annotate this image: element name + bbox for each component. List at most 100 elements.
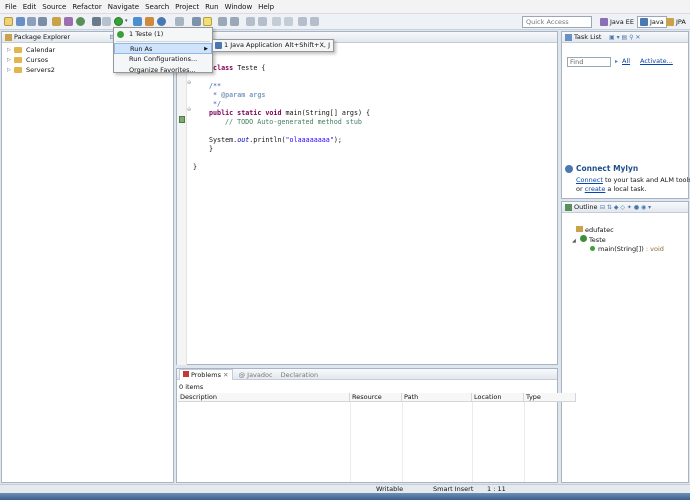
next-annotation-icon[interactable]	[230, 17, 239, 26]
code-string: "olaaaaaaaa"	[285, 136, 334, 144]
expand-arrow-icon[interactable]: ▷	[7, 65, 11, 75]
run-icon	[117, 31, 124, 38]
nav-forward-icon[interactable]	[310, 17, 319, 26]
task-find-input[interactable]: Find	[567, 57, 611, 67]
open-type-icon[interactable]	[64, 17, 73, 26]
outline-icon	[565, 204, 572, 211]
public-method-icon	[590, 246, 595, 251]
column-header-type[interactable]: Type	[524, 393, 576, 402]
menu-search[interactable]: Search	[142, 0, 172, 14]
highlight-icon[interactable]	[203, 17, 212, 26]
perspective-jpa[interactable]: JPA	[664, 16, 688, 28]
menu-separator	[116, 41, 210, 42]
search-icon[interactable]	[175, 17, 184, 26]
save-all-icon[interactable]	[27, 17, 36, 26]
column-divider	[472, 402, 473, 482]
jpa-icon	[666, 18, 674, 26]
run-dropdown-icon[interactable]: ▾	[125, 17, 130, 26]
code-text: }	[193, 163, 198, 171]
last-edit-icon[interactable]	[272, 17, 281, 26]
debug-icon[interactable]	[76, 17, 85, 26]
code-comment: *	[209, 91, 222, 99]
find-menu-icon[interactable]: ▸	[615, 58, 618, 65]
class-icon	[579, 235, 587, 242]
new-class-icon[interactable]	[157, 17, 166, 26]
menu-source[interactable]: Source	[39, 0, 69, 14]
outline-class[interactable]: ◢ Teste	[572, 235, 606, 244]
menu-bar: File Edit Source Refactor Navigate Searc…	[0, 0, 690, 14]
save-icon[interactable]	[16, 17, 25, 26]
problems-tab-bar: Problems ✕ @ Javadoc Declaration	[177, 369, 557, 380]
menu-project[interactable]: Project	[172, 0, 202, 14]
new-task-icon[interactable]: ▣ ▾ ▤ ⚲ ✕	[609, 32, 640, 43]
menu-run[interactable]: Run	[202, 0, 221, 14]
menu-item-run-as[interactable]: Run As ▶	[114, 43, 212, 54]
new-package-icon[interactable]	[145, 17, 154, 26]
expand-arrow-icon[interactable]: ◢	[572, 238, 576, 244]
code-comment: /**	[209, 82, 222, 90]
close-icon[interactable]: ✕	[223, 371, 228, 379]
expand-arrow-icon[interactable]: ▷	[7, 45, 11, 55]
expand-arrow-icon[interactable]: ▷	[7, 55, 11, 65]
new-icon[interactable]	[4, 17, 13, 26]
tab-javadoc[interactable]: @ Javadoc	[235, 371, 277, 379]
menu-window[interactable]: Window	[222, 0, 256, 14]
all-link[interactable]: All	[622, 57, 630, 65]
create-link[interactable]: create	[585, 185, 606, 193]
menu-navigate[interactable]: Navigate	[105, 0, 142, 14]
shortcut-label: Alt+Shift+X, J	[285, 41, 330, 49]
task-list-icon	[565, 34, 572, 41]
os-taskbar	[0, 493, 690, 500]
task-list-tab[interactable]: Task List ▣ ▾ ▤ ⚲ ✕	[562, 32, 688, 43]
problems-icon	[183, 371, 189, 377]
column-header-location[interactable]: Location	[472, 393, 524, 402]
code-text: }	[209, 145, 214, 153]
menu-item-run-configurations[interactable]: Run Configurations...	[114, 54, 212, 65]
mylyn-line-1: Connect to your task and ALM tools	[576, 176, 690, 184]
menu-item-organize-favorites[interactable]: Organize Favorites...	[114, 65, 212, 76]
quick-access-input[interactable]: Quick Access	[522, 16, 592, 28]
pin-icon[interactable]	[284, 17, 293, 26]
tab-problems[interactable]: Problems ✕	[179, 369, 233, 380]
java-editor[interactable]: ⊖ ⊖ c class Teste { /** * @param args */…	[176, 31, 558, 365]
nav-icon[interactable]	[298, 17, 307, 26]
menu-item-recent-launch[interactable]: 1 Teste (1)	[114, 29, 212, 40]
toggle-mark-icon[interactable]	[192, 17, 201, 26]
column-header-resource[interactable]: Resource	[350, 393, 402, 402]
external-tools-icon[interactable]	[92, 17, 101, 26]
menu-help[interactable]: Help	[255, 0, 277, 14]
perspective-java[interactable]: Java	[637, 16, 667, 28]
new-java-project-icon[interactable]	[133, 17, 142, 26]
fold-icon[interactable]: ⊖	[187, 107, 191, 113]
server-icon[interactable]	[52, 17, 61, 26]
coverage-icon[interactable]	[102, 17, 111, 26]
menu-file[interactable]: File	[2, 0, 20, 14]
task-marker-icon[interactable]	[179, 116, 185, 123]
code-field: out	[237, 136, 250, 144]
java-icon	[640, 18, 648, 26]
perspective-java-ee[interactable]: Java EE	[598, 16, 636, 28]
back-icon[interactable]	[246, 17, 255, 26]
connect-mylyn-title: Connect Mylyn	[576, 164, 639, 173]
outline-toolbar-icon[interactable]: ⊟ ⇅ ◆ ◇ ✦ ● ◉ ▾	[600, 202, 651, 213]
project-folder-icon	[14, 57, 22, 63]
menu-item-java-application[interactable]: 1 Java Application Alt+Shift+X, J	[213, 40, 333, 51]
fold-icon[interactable]: ⊖	[187, 80, 191, 86]
forward-icon[interactable]	[258, 17, 267, 26]
code-text: Teste {	[233, 64, 266, 72]
column-header-description[interactable]: Description	[178, 393, 350, 402]
outline-package[interactable]: edufatec	[576, 226, 614, 234]
activate-link[interactable]: Activate...	[640, 57, 673, 65]
outline-method[interactable]: main(String[]) : void	[590, 245, 664, 253]
run-icon[interactable]	[114, 17, 123, 26]
menu-refactor[interactable]: Refactor	[69, 0, 104, 14]
outline-tab[interactable]: Outline ⊟ ⇅ ◆ ◇ ✦ ● ◉ ▾	[562, 202, 688, 213]
print-icon[interactable]	[38, 17, 47, 26]
tab-declaration[interactable]: Declaration	[279, 371, 320, 379]
connect-link[interactable]: Connect	[576, 176, 603, 184]
java-application-icon	[215, 42, 222, 49]
column-header-path[interactable]: Path	[402, 393, 472, 402]
prev-annotation-icon[interactable]	[218, 17, 227, 26]
menu-edit[interactable]: Edit	[20, 0, 40, 14]
run-dropdown-menu: 1 Teste (1) Run As ▶ Run Configurations.…	[113, 27, 213, 76]
